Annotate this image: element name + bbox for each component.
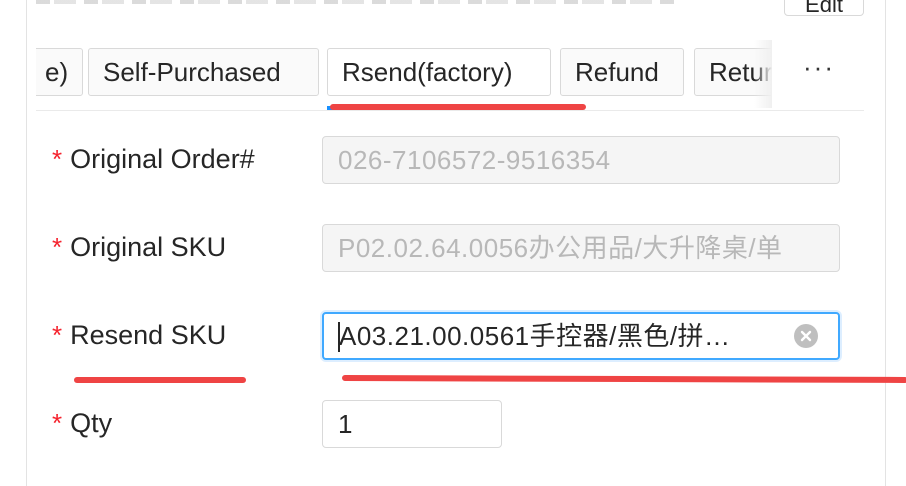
original-order-label: * Original Order# [52,144,255,175]
cut-off-header-text [26,0,766,8]
annotation-underline-label [74,377,246,383]
original-order-field: 026-7106572-9516354 [322,136,840,184]
tab-partial-left[interactable]: e) [36,48,84,96]
qty-label: * Qty [52,408,112,439]
tab-bar: e) Self-Purchased Rsend(factory) Refund … [36,40,772,108]
original-sku-label: * Original SKU [52,232,226,263]
required-mark: * [52,232,63,262]
edit-button[interactable]: Edit [784,0,864,17]
annotation-underline-tab [330,104,586,110]
text-caret [338,322,340,352]
original-sku-field: P02.02.64.0056办公用品/大升降桌/单 [322,224,840,272]
required-mark: * [52,320,63,350]
resend-sku-input[interactable]: A03.21.00.0561手控器/黑色/拼… [322,312,840,360]
resend-sku-label-text: Resend SKU [70,320,227,350]
qty-label-text: Qty [70,408,113,438]
tab-rsend-factory[interactable]: Rsend(factory) [327,48,551,96]
original-sku-label-text: Original SKU [70,232,227,262]
resend-sku-label: * Resend SKU [52,320,226,351]
tab-self-purchased[interactable]: Self-Purchased [88,48,319,96]
original-order-label-text: Original Order# [70,144,255,174]
clear-icon[interactable] [794,324,818,348]
more-tabs-icon[interactable]: ··· [803,52,835,83]
tab-refund[interactable]: Refund [560,48,684,96]
tab-divider [36,110,864,111]
required-mark: * [52,144,63,174]
required-mark: * [52,408,63,438]
tabs-scroll-fade [754,40,772,108]
qty-input[interactable]: 1 [322,400,502,448]
